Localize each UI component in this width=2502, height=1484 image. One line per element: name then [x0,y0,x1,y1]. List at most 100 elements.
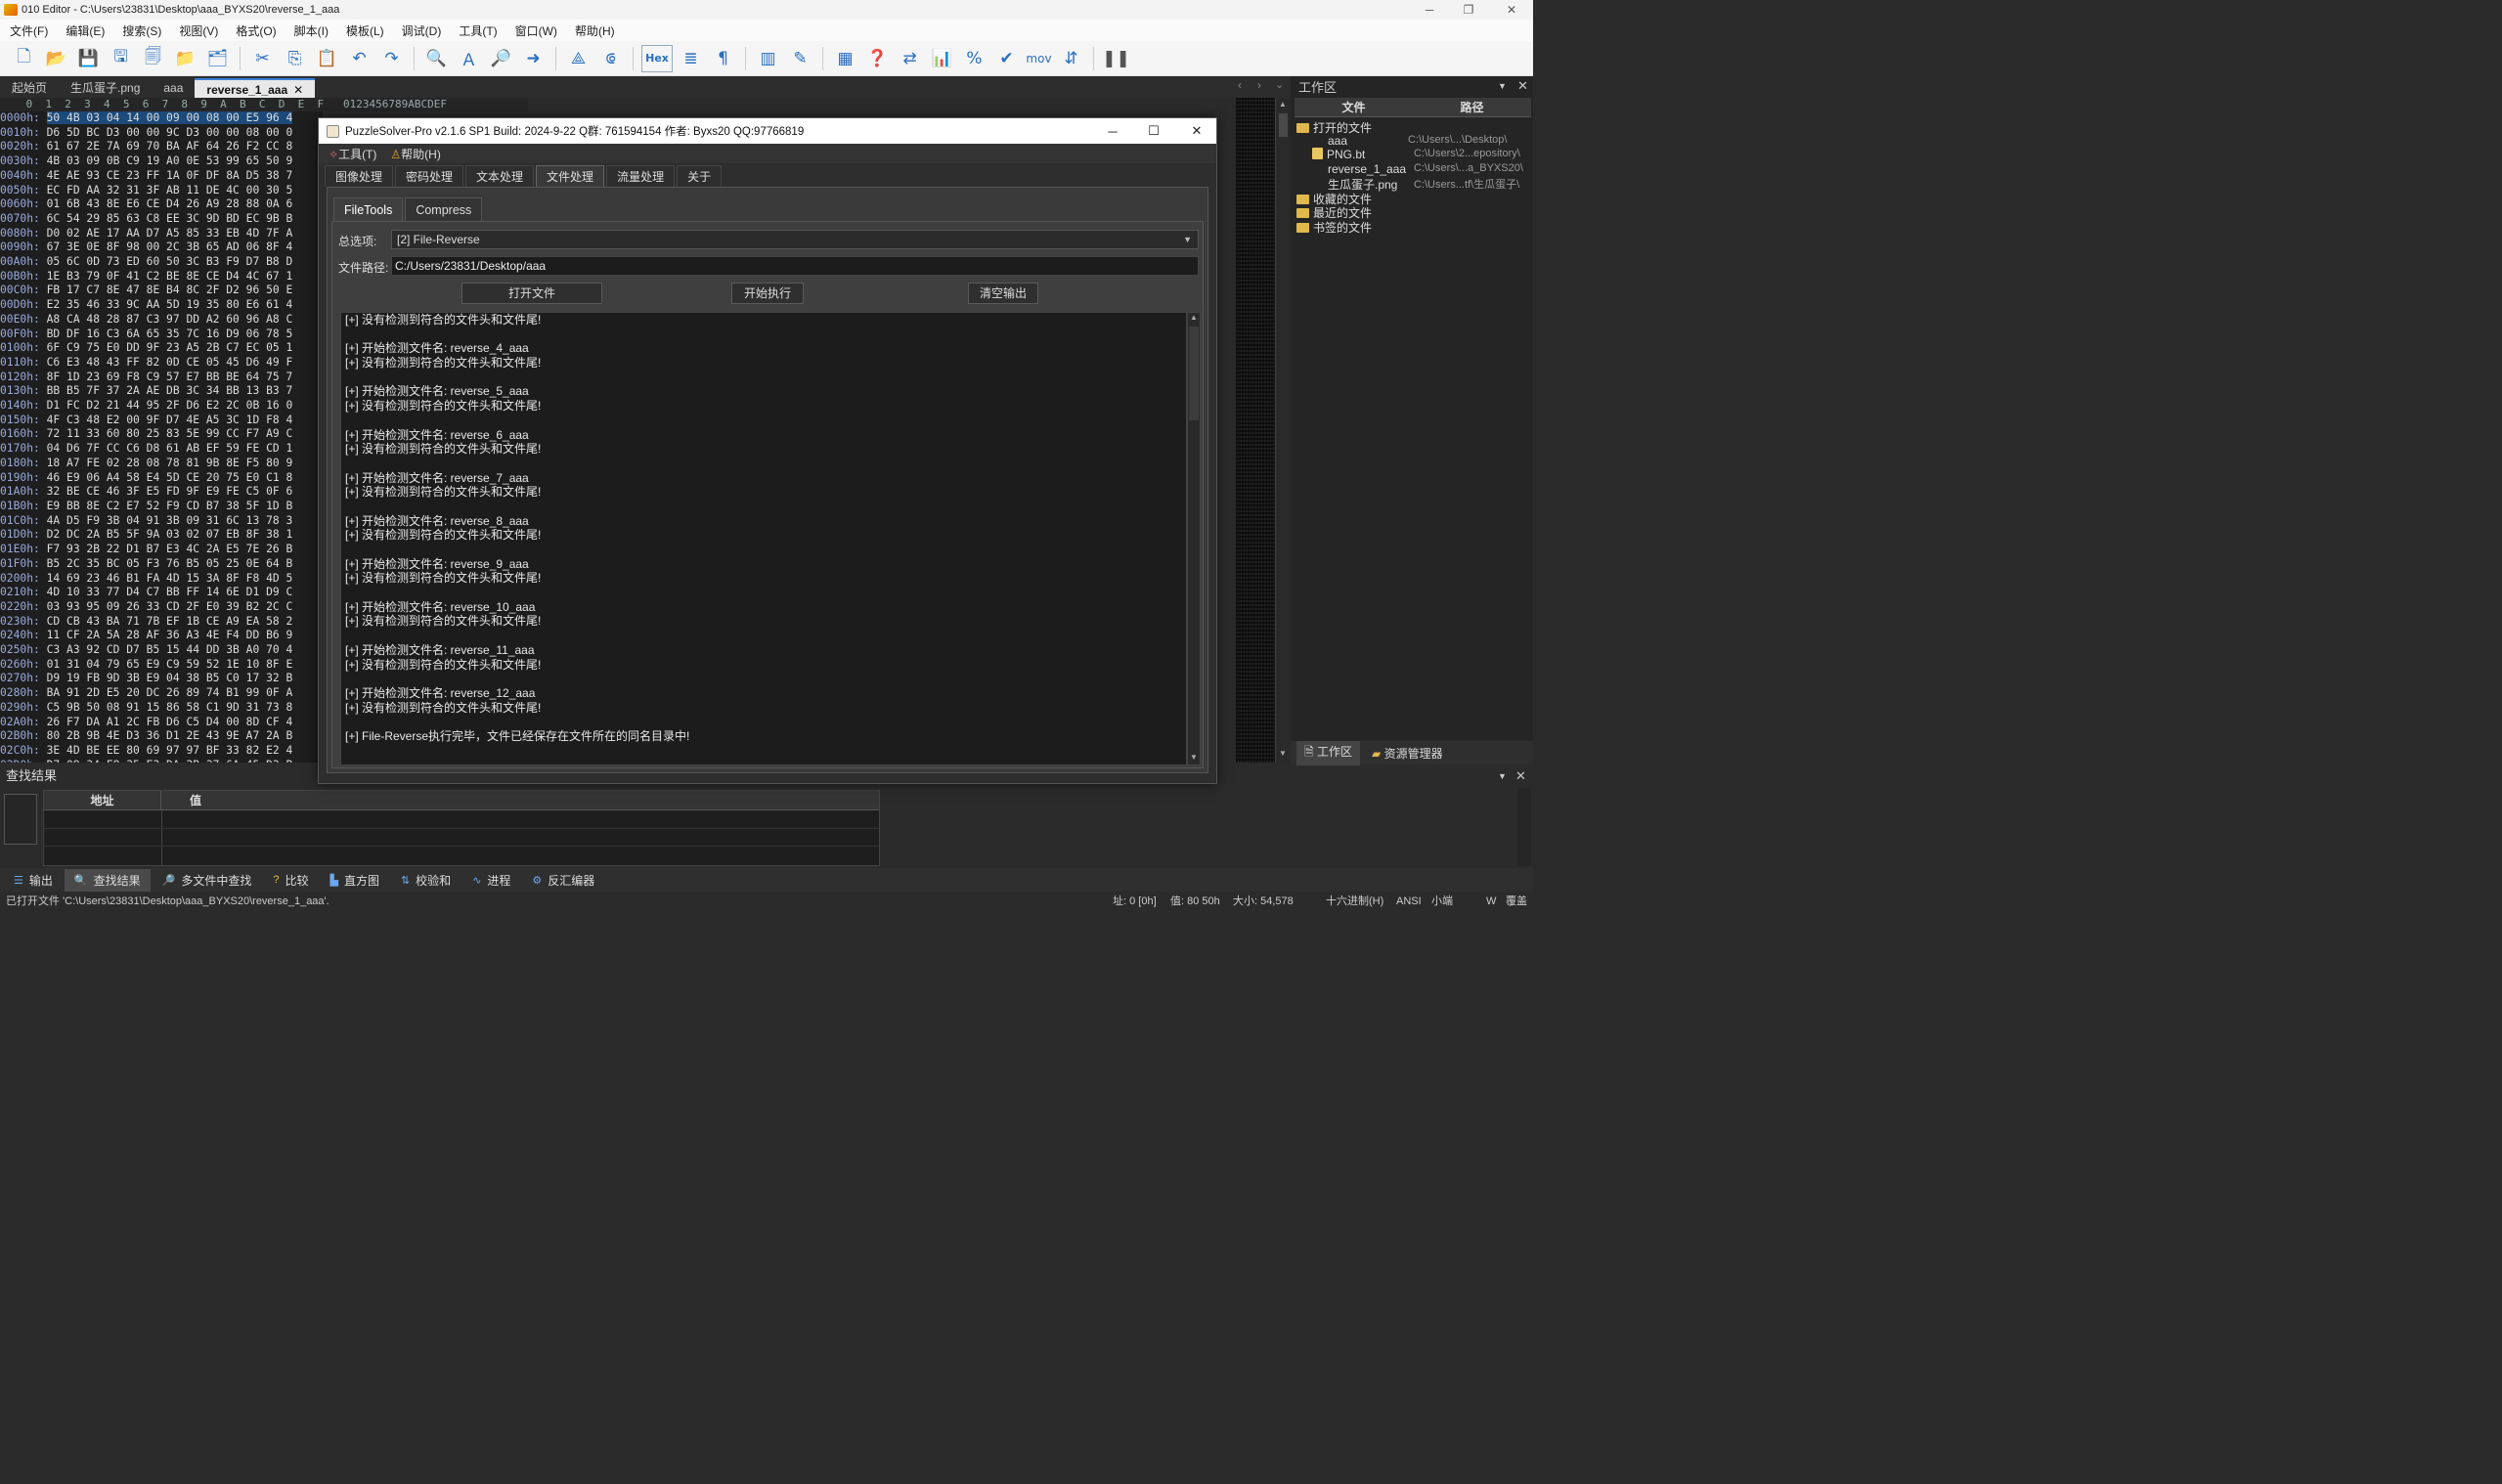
hex-row[interactable]: 01F0h: B5 2C 35 BC 05 F3 76 B5 05 25 0E … [0,557,323,572]
hex-row[interactable]: 0020h: 61 67 2E 7A 69 70 BA AF 64 26 F2 … [0,140,323,154]
hex-bytes[interactable]: 4D 10 33 77 D4 C7 BB FF 14 6E D1 D9 C [47,586,293,598]
tree-file-item[interactable]: PNG.bt C:\Users\2...epository\ [1312,148,1520,161]
hex-row[interactable]: 02D0h: D7 09 34 E8 35 E3 DA 2B 37 6A 45 … [0,759,323,763]
hex-bytes[interactable]: D6 5D BC D3 00 00 9C D3 00 00 08 00 0 [47,126,293,139]
help-icon[interactable]: ❓ [863,45,892,72]
pilcrow-icon[interactable]: ¶ [709,45,737,72]
replace-icon[interactable]: Ａ [455,45,483,72]
hex-bytes[interactable]: D9 19 FB 9D 3B E9 04 38 B5 C0 17 32 B [47,672,293,684]
hex-row[interactable]: 0140h: D1 FC D2 21 44 95 2F D6 E2 2C 0B … [0,399,323,414]
tab-file[interactable]: 文件处理 [536,165,605,187]
calculator-icon[interactable]: ▦ [831,45,859,72]
hex-row[interactable]: 02C0h: 3E 4D BE EE 80 69 97 97 BF 33 82 … [0,744,323,759]
hex-bytes[interactable]: 1E B3 79 0F 41 C2 BE 8E CE D4 4C 67 1 [47,270,293,283]
hex-row[interactable]: 00E0h: A8 CA 48 28 87 C3 97 DD A2 60 96 … [0,313,323,327]
dialog-menu-tools[interactable]: ✧工具(T) [329,146,376,162]
hex-row[interactable]: 0030h: 4B 03 09 0B C9 19 A0 0E 53 99 65 … [0,154,323,169]
scroll-down-icon[interactable]: ▼ [1279,749,1287,758]
menu-debug[interactable]: 调试(D) [392,22,450,39]
columns-icon[interactable]: ▥ [754,45,782,72]
col-file[interactable]: 文件 [1295,98,1413,116]
hex-row[interactable]: 0290h: C5 9B 50 08 91 15 86 58 C1 9D 31 … [0,701,323,716]
panel-menu-icon[interactable]: ▼ [1498,766,1507,786]
workspace-scrollbar[interactable] [1517,233,1531,741]
col-path[interactable]: 路径 [1413,98,1531,116]
percent-icon[interactable]: % [960,45,988,72]
checksum-icon[interactable]: ✔ [992,45,1021,72]
dialog-maximize-button[interactable]: ☐ [1132,118,1175,144]
disassembler-button[interactable]: mov [1025,45,1053,72]
copy-icon[interactable]: ⎘ [281,45,309,72]
hex-row[interactable]: 01A0h: 32 BE CE 46 3F E5 FD 9F E9 FE C5 … [0,485,323,500]
pause-icon[interactable]: ❚❚ [1102,45,1130,72]
hex-bytes[interactable]: FB 17 C7 8E 47 8E B4 8C 2F D2 96 50 E [47,284,293,296]
hex-row[interactable]: 0280h: BA 91 2D E5 20 DC 26 89 74 B1 99 … [0,686,323,701]
menu-template[interactable]: 模板(L) [336,22,392,39]
hex-row[interactable]: 00B0h: 1E B3 79 0F 41 C2 BE 8E CE D4 4C … [0,270,323,284]
hex-bytes[interactable]: 14 69 23 46 B1 FA 4D 15 3A 8F F8 4D 5 [47,572,293,585]
tab-compare[interactable]: ? 比较 [263,869,318,892]
run-button[interactable]: 开始执行 [731,283,804,304]
tab-nav-left-icon[interactable]: ‹ [1238,78,1242,92]
hex-bytes[interactable]: BB B5 7F 37 2A AE DB 3C 34 BB 13 B3 7 [47,384,293,397]
hex-row[interactable]: 00C0h: FB 17 C7 8E 47 8E B4 8C 2F D2 96 … [0,284,323,298]
path-input[interactable] [391,256,1199,276]
hex-bytes[interactable]: 61 67 2E 7A 69 70 BA AF 64 26 F2 CC 8 [47,140,293,153]
hex-bytes[interactable]: 46 E9 06 A4 58 E4 5D CE 20 75 E0 C1 8 [47,471,293,484]
hex-bytes[interactable]: 04 D6 7F CC C6 D8 61 AB EF 59 FE CD 1 [47,442,293,455]
hex-row[interactable]: 0060h: 01 6B 43 8E E6 CE D4 26 A9 28 88 … [0,197,323,212]
hex-bytes[interactable]: 4E AE 93 CE 23 FF 1A 0F DF 8A D5 38 7 [47,169,293,182]
hex-mode-button[interactable]: Hex [641,44,673,72]
hex-bytes[interactable]: 50 4B 03 04 14 00 09 00 08 00 E5 96 4 [46,111,293,124]
hex-bytes[interactable]: CD CB 43 BA 71 7B EF 1B CE A9 EA 58 2 [47,615,293,628]
hex-bytes[interactable]: 4A D5 F9 3B 04 91 3B 09 31 6C 13 78 3 [47,514,293,527]
dialog-close-button[interactable]: ✕ [1175,118,1218,144]
hex-row[interactable]: 02A0h: 26 F7 DA A1 2C FB D6 C5 D4 00 8D … [0,716,323,730]
hex-row[interactable]: 0150h: 4F C3 48 E2 00 9F D7 4E A5 3C 1D … [0,414,323,428]
hex-row[interactable]: 0200h: 14 69 23 46 B1 FA 4D 15 3A 8F F8 … [0,572,323,587]
output-textarea[interactable]: [+] 没有检测到符合的文件头和文件尾! [+] 开始检测文件名: reverse… [340,312,1187,765]
tab-traffic[interactable]: 流量处理 [606,165,676,187]
hex-bytes[interactable]: E9 BB 8E C2 E7 52 F9 CD B7 38 5F 1D B [47,500,293,512]
hex-row[interactable]: 0190h: 46 E9 06 A4 58 E4 5D CE 20 75 E0 … [0,471,323,486]
tab-list-icon[interactable]: ⌄ [1275,78,1284,91]
tab-nav-right-icon[interactable]: › [1257,78,1261,92]
hex-bytes[interactable]: C5 9B 50 08 91 15 86 58 C1 9D 31 73 8 [47,701,293,714]
tab-find-results[interactable]: 🔍 查找结果 [64,868,151,892]
tab-output[interactable]: ☰ 输出 [4,869,63,892]
hex-bytes[interactable]: 26 F7 DA A1 2C FB D6 C5 D4 00 8D CF 4 [47,716,293,728]
hex-bytes[interactable]: BA 91 2D E5 20 DC 26 89 74 B1 99 0F A [47,686,293,699]
tree-bookmarks[interactable]: 书签的文件 [1296,219,1372,236]
tab-workspace[interactable]: 🗎 工作区 [1296,740,1360,765]
save-as-icon[interactable]: 🖫 [107,45,135,72]
maximize-button[interactable]: ❐ [1447,0,1490,20]
hex-bytes[interactable]: 11 CF 2A 5A 28 AF 36 A3 4E F4 DD B6 9 [47,629,293,641]
hex-row[interactable]: 0270h: D9 19 FB 9D 3B E9 04 38 B5 C0 17 … [0,672,323,686]
menu-window[interactable]: 窗口(W) [505,22,565,39]
hex-row[interactable]: 0120h: 8F 1D 23 69 F8 C9 57 E7 BB BE 64 … [0,371,323,385]
hex-row[interactable]: 0180h: 18 A7 FE 02 28 08 78 81 9B 8E F5 … [0,457,323,471]
hex-bytes[interactable]: 8F 1D 23 69 F8 C9 57 E7 BB BE 64 75 7 [47,371,293,383]
hex-row[interactable]: 0250h: C3 A3 92 CD D7 B5 15 44 DD 3B A0 … [0,643,323,658]
hex-row[interactable]: 0170h: 04 D6 7F CC C6 D8 61 AB EF 59 FE … [0,442,323,457]
scroll-up-icon[interactable]: ▲ [1279,100,1287,109]
hex-row[interactable]: 0050h: EC FD AA 32 31 3F AB 11 DE 4C 00 … [0,184,323,198]
panel-menu-icon[interactable]: ▼ [1498,81,1507,91]
subtab-filetools[interactable]: FileTools [333,197,404,221]
hex-row[interactable]: 0240h: 11 CF 2A 5A 28 AF 36 A3 4E F4 DD … [0,629,323,643]
hex-bytes[interactable]: 4F C3 48 E2 00 9F D7 4E A5 3C 1D F8 4 [47,414,293,426]
redo-icon[interactable]: ↷ [377,45,406,72]
dialog-menu-help[interactable]: ♙帮助(H) [390,146,440,162]
close-button[interactable]: ✕ [1490,0,1533,20]
undo-icon[interactable]: ↶ [345,45,373,72]
save-all-icon[interactable]: 🗐 [139,45,167,72]
tab-png-file[interactable]: 生瓜蛋子.png [59,78,152,98]
hex-row[interactable]: 0070h: 6C 54 29 85 63 C8 EE 3C 9D BD EC … [0,212,323,227]
tab-find-in-files[interactable]: 🔎 多文件中查找 [153,869,262,892]
save-icon[interactable]: 💾 [74,45,103,72]
hex-bytes[interactable]: C3 A3 92 CD D7 B5 15 44 DD 3B A0 70 4 [47,643,293,656]
tab-process[interactable]: ∿ 进程 [462,869,520,892]
open-folder-icon[interactable]: 📁 [171,45,199,72]
status-overwrite[interactable]: 覆盖 [1506,894,1527,909]
menu-help[interactable]: 帮助(H) [565,22,623,39]
